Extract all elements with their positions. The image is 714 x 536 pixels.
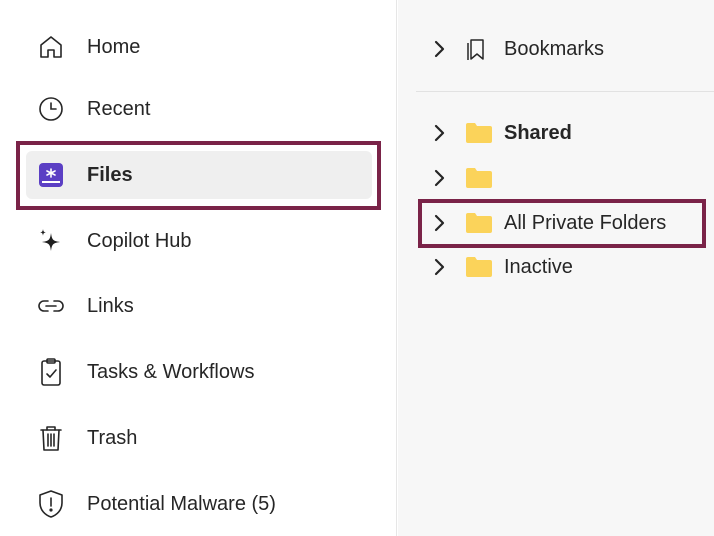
link-icon	[36, 291, 66, 321]
tree-item-all-private-folders[interactable]: All Private Folders	[428, 203, 666, 243]
clipboard-check-icon	[36, 357, 66, 387]
sidebar-item-files[interactable]: Files	[26, 151, 372, 199]
sidebar-item-label: Recent	[87, 97, 151, 120]
sidebar-item-home[interactable]: Home	[26, 23, 372, 71]
chevron-right-icon[interactable]	[428, 256, 450, 278]
clock-icon	[36, 94, 66, 124]
tree-item-inactive[interactable]: Inactive	[428, 247, 573, 287]
sidebar-item-label: Files	[87, 163, 133, 186]
sparkle-icon	[36, 226, 66, 256]
sidebar-item-tasks-workflows[interactable]: Tasks & Workflows	[26, 348, 372, 396]
tree-item-label: Inactive	[504, 255, 573, 278]
sidebar-item-copilot-hub[interactable]: Copilot Hub	[26, 217, 372, 265]
sidebar-item-label: Trash	[87, 426, 138, 449]
sidebar-item-trash[interactable]: Trash	[26, 414, 372, 462]
chevron-right-icon[interactable]	[428, 122, 450, 144]
tree-item-shared[interactable]: Shared	[428, 113, 572, 153]
sidebar-item-label: Tasks & Workflows	[87, 360, 255, 383]
sidebar-item-recent[interactable]: Recent	[26, 85, 372, 133]
sidebar-item-potential-malware[interactable]: Potential Malware (5)	[26, 480, 372, 528]
folder-icon	[465, 122, 493, 144]
trash-icon	[36, 423, 66, 453]
tree-item-label: Bookmarks	[504, 37, 605, 60]
tree-item-label: Shared	[504, 121, 572, 144]
folder-tree-panel: Bookmarks Shared All Private Folders Ina…	[398, 0, 714, 536]
folder-icon	[465, 256, 493, 278]
files-icon	[36, 160, 66, 190]
chevron-right-icon[interactable]	[428, 212, 450, 234]
sidebar-item-label: Home	[87, 35, 141, 58]
folder-icon	[465, 167, 493, 189]
chevron-right-icon[interactable]	[428, 167, 450, 189]
tree-item-unnamed-folder[interactable]	[428, 158, 504, 198]
tree-item-bookmarks[interactable]: Bookmarks	[428, 29, 604, 69]
sidebar: Home Recent Files Copilot Hub Links Task…	[0, 0, 397, 536]
sidebar-item-label: Copilot Hub	[87, 229, 192, 252]
bookmark-icon	[465, 38, 493, 60]
divider	[416, 91, 714, 92]
home-icon	[36, 32, 66, 62]
tree-item-label: All Private Folders	[504, 211, 667, 234]
shield-alert-icon	[36, 489, 66, 519]
sidebar-item-label: Potential Malware (5)	[87, 492, 276, 515]
sidebar-item-label: Links	[87, 294, 134, 317]
folder-icon	[465, 212, 493, 234]
sidebar-item-links[interactable]: Links	[26, 282, 372, 330]
chevron-right-icon[interactable]	[428, 38, 450, 60]
